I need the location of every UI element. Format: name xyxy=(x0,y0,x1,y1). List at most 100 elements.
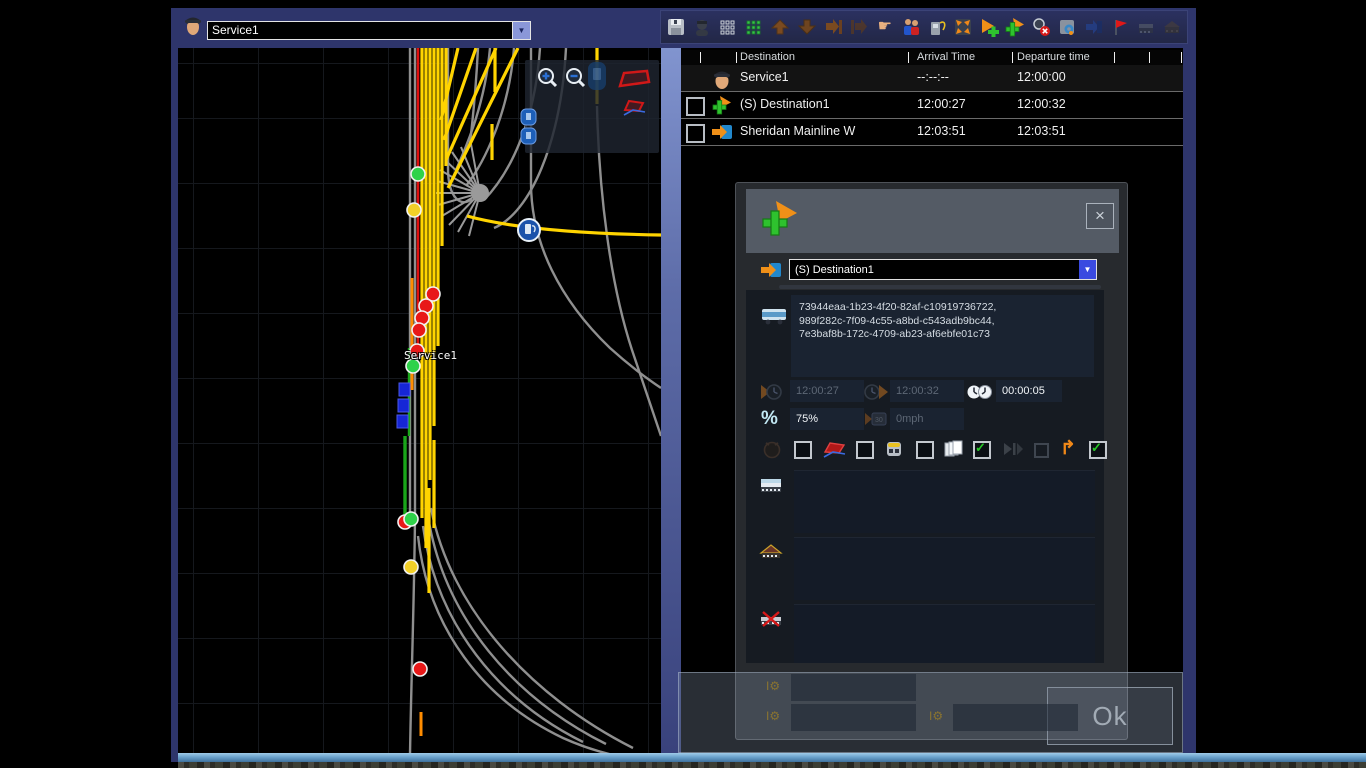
covered-platform-list[interactable] xyxy=(794,537,1095,600)
move-up-button[interactable] xyxy=(768,15,792,39)
chevron-down-icon[interactable]: ▼ xyxy=(1079,260,1096,279)
scatter-arrows-button[interactable] xyxy=(951,15,975,39)
hand-pointer-button[interactable]: ☛ xyxy=(873,15,897,39)
move-right-bar-button[interactable] xyxy=(821,15,845,39)
speed-limit-field[interactable]: 0mph xyxy=(890,408,964,430)
fuel-tool-icon[interactable] xyxy=(585,60,609,97)
service-dropdown-value: Service1 xyxy=(208,22,512,39)
check-icon: ✓ xyxy=(1091,440,1102,456)
train-front-icon xyxy=(884,439,904,464)
consist-marker xyxy=(397,383,410,428)
destination-dropdown[interactable]: (S) Destination1 ▼ xyxy=(789,259,1097,280)
col-arrival: Arrival Time xyxy=(917,51,975,63)
col-departure: Departure time xyxy=(1017,51,1090,63)
world-ground-strip xyxy=(178,762,1366,768)
row-arrival: 12:00:27 xyxy=(917,97,966,111)
add-service-button[interactable] xyxy=(977,15,1001,39)
signal-green xyxy=(411,167,425,181)
consist-id-line: 73944eaa-1b23-4f20-82af-c10919736722, xyxy=(799,301,1086,315)
hand-pointer-icon: ☛ xyxy=(878,19,892,35)
option-checkbox-disabled[interactable] xyxy=(1034,443,1049,458)
row-checkbox[interactable] xyxy=(686,124,705,143)
percent-icon: % xyxy=(761,408,778,430)
col-destination: Destination xyxy=(740,51,795,63)
table-row[interactable]: Sheridan Mainline W 12:03:51 12:03:51 xyxy=(681,119,1183,145)
signal-red xyxy=(413,662,427,676)
save-button[interactable] xyxy=(664,15,688,39)
papers-stack-icon xyxy=(943,439,965,464)
consist-marker-icon xyxy=(822,440,848,465)
svg-text:30: 30 xyxy=(875,417,883,424)
platform-icon xyxy=(759,476,783,499)
consist-region-small-icon[interactable] xyxy=(621,98,649,123)
departure-time-field[interactable]: 12:00:32 xyxy=(890,380,964,402)
row-checkbox[interactable] xyxy=(686,97,705,116)
row-departure: 12:00:00 xyxy=(1017,70,1066,84)
zoom-in-icon[interactable] xyxy=(535,65,561,96)
destination-dropdown-value: (S) Destination1 xyxy=(790,264,1079,276)
toolbar: ☛ xyxy=(660,10,1188,44)
driver-icon xyxy=(182,13,204,37)
table-row[interactable]: Service1 --:--:-- 12:00:00 xyxy=(681,65,1183,91)
service-selector-bar: Service1 ▼ xyxy=(171,8,661,48)
option-checkbox-checked[interactable]: ✓ xyxy=(1089,441,1107,459)
chevron-down-icon[interactable]: ▼ xyxy=(512,22,530,39)
row-destination: Service1 xyxy=(740,70,789,84)
engine-shed-button[interactable] xyxy=(1160,15,1184,39)
fuel-pair-icon[interactable] xyxy=(520,108,538,151)
timetable-header: Destination Arrival Time Departure time xyxy=(681,50,1183,65)
row-arrival: 12:03:51 xyxy=(917,124,966,138)
platform-list[interactable] xyxy=(794,470,1095,533)
signal-yellow xyxy=(404,560,418,574)
fuel-pump-button[interactable] xyxy=(925,15,949,39)
signal-red xyxy=(412,323,426,337)
stop-properties-dialog: × (S) Destination1 ▼ 73944eaa-1b23-4f20-… xyxy=(735,182,1128,740)
dialog-header: × xyxy=(746,189,1119,253)
track-diagram xyxy=(178,48,661,753)
portal-icon xyxy=(711,121,733,143)
add-destination-button[interactable] xyxy=(1003,15,1027,39)
service-dropdown[interactable]: Service1 ▼ xyxy=(207,21,531,40)
fuel-point-icon xyxy=(518,219,540,241)
arrival-time-field[interactable]: 12:00:27 xyxy=(790,380,864,402)
duration-clocks-icon xyxy=(966,382,994,407)
wagon-icon xyxy=(760,306,788,331)
passengers-button[interactable] xyxy=(899,15,923,39)
row-arrival: --:--:-- xyxy=(917,70,949,84)
move-down-button[interactable] xyxy=(795,15,819,39)
table-row[interactable]: (S) Destination1 12:00:27 12:00:32 xyxy=(681,92,1183,118)
grid-dots-white-button[interactable] xyxy=(716,15,740,39)
portal-in-button[interactable] xyxy=(1082,15,1106,39)
arrival-clock-icon xyxy=(760,382,784,407)
stop-duration-field[interactable]: 00:00:05 xyxy=(996,380,1062,402)
app-window: Service1 ▼ ☛ xyxy=(0,0,1366,768)
option-checkbox[interactable] xyxy=(856,441,874,459)
option-checkbox[interactable] xyxy=(916,441,934,459)
driver-view-button[interactable] xyxy=(690,15,714,39)
performance-field[interactable]: 75% xyxy=(790,408,864,430)
settings-box-button[interactable] xyxy=(1055,15,1079,39)
name-field-1[interactable] xyxy=(791,674,916,701)
consist-ids-field[interactable]: 73944eaa-1b23-4f20-82af-c10919736722, 98… xyxy=(791,295,1094,377)
text-settings-icon: I⚙ xyxy=(766,679,780,693)
no-stop-platform-icon xyxy=(759,610,783,633)
platform-button[interactable] xyxy=(1134,15,1158,39)
name-field-2[interactable] xyxy=(791,704,916,731)
flag-button[interactable] xyxy=(1108,15,1132,39)
option-checkbox[interactable] xyxy=(794,441,812,459)
consist-region-icon[interactable] xyxy=(617,68,651,95)
covered-platform-icon xyxy=(759,543,783,566)
move-bar-right-button[interactable] xyxy=(847,15,871,39)
grid-dots-green-button[interactable] xyxy=(742,15,766,39)
name-field-3[interactable] xyxy=(953,704,1078,731)
route-map[interactable]: Service1 xyxy=(178,48,661,753)
option-checkbox-checked[interactable]: ✓ xyxy=(973,441,991,459)
row-departure: 12:03:51 xyxy=(1017,124,1066,138)
remove-search-button[interactable] xyxy=(1029,15,1053,39)
check-icon: ✓ xyxy=(975,440,986,456)
portal-icon xyxy=(760,260,782,285)
no-stop-list[interactable] xyxy=(794,604,1095,663)
reverse-direction-icon: ↱ xyxy=(1060,437,1076,460)
vertical-divider xyxy=(661,48,681,753)
close-icon[interactable]: × xyxy=(1086,203,1114,229)
